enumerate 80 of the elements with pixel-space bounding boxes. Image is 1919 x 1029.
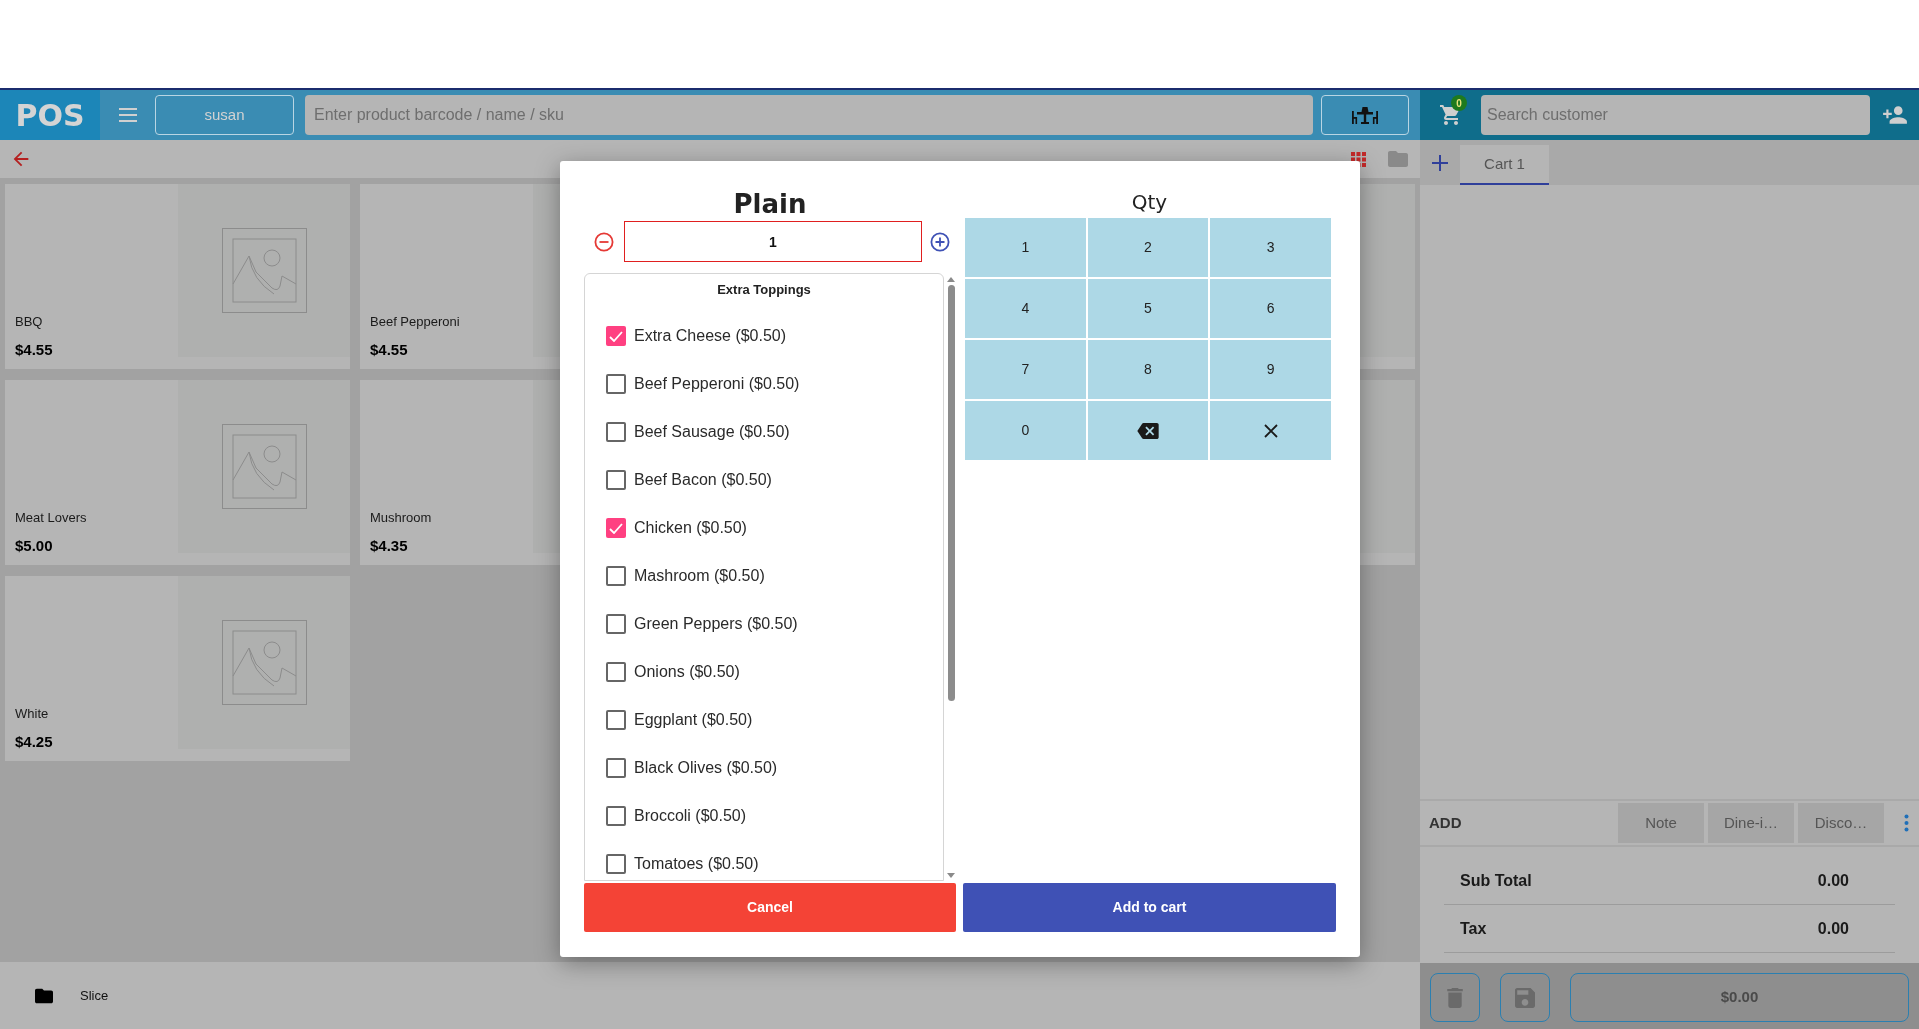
option-label[interactable]: Tomatoes ($0.50)	[634, 852, 759, 876]
option-label[interactable]: Broccoli ($0.50)	[634, 804, 747, 828]
product-name: Meat Lovers	[15, 510, 88, 526]
product-name: Mushroom	[370, 510, 433, 526]
product-price: $4.55	[15, 341, 54, 359]
image-placeholder-icon	[221, 228, 307, 313]
product-price: $4.55	[370, 341, 409, 359]
option-label[interactable]: Mashroom ($0.50)	[634, 564, 765, 588]
save-icon	[1515, 987, 1535, 1008]
dialog-title: Plain	[732, 189, 808, 219]
checkbox[interactable]	[606, 710, 626, 730]
list-heading: Extra Toppings	[716, 281, 812, 298]
checkbox[interactable]	[606, 470, 626, 490]
product-card[interactable]: BBQ $4.55	[5, 184, 350, 369]
checkmark-icon	[609, 522, 623, 534]
menu-icon[interactable]	[118, 108, 137, 122]
option-label[interactable]: Black Olives ($0.50)	[634, 756, 778, 780]
total-label: Sub Total	[1460, 870, 1533, 891]
keypad-key[interactable]: 2	[1087, 218, 1209, 277]
quantity-field[interactable]: 1	[624, 221, 922, 262]
checkbox[interactable]	[606, 326, 626, 346]
product-card[interactable]: Meat Lovers $5.00	[5, 380, 350, 565]
keypad-key[interactable]: 3	[1210, 218, 1331, 277]
count-badge: 0	[1451, 95, 1467, 111]
keypad-key[interactable]: 5	[1087, 279, 1209, 338]
keypad-key[interactable]: 6	[1210, 279, 1331, 338]
image-placeholder-icon	[221, 424, 307, 509]
folder-icon	[35, 987, 53, 1004]
checkbox[interactable]	[606, 518, 626, 538]
checkbox[interactable]	[606, 422, 626, 442]
cancel-button[interactable]: Cancel	[584, 883, 956, 932]
keypad-key[interactable]: 1	[965, 218, 1086, 277]
search-field[interactable]: Search customer	[1481, 95, 1870, 135]
keypad-key[interactable]: 8	[1087, 340, 1209, 399]
keypad-key[interactable]: 0	[965, 401, 1086, 460]
more-icon[interactable]	[1904, 814, 1909, 832]
product-name: Beef Pepperoni	[370, 314, 461, 330]
backspace-button[interactable]	[1087, 401, 1209, 460]
checkbox[interactable]	[606, 662, 626, 682]
total-label: Tax	[1460, 918, 1488, 939]
checkbox[interactable]	[606, 758, 626, 778]
total-value: 0.00	[1817, 870, 1849, 891]
option-label[interactable]: Onions ($0.50)	[634, 660, 740, 684]
checkbox[interactable]	[606, 614, 626, 634]
checkbox[interactable]	[606, 566, 626, 586]
cart-tab[interactable]: Cart 1	[1460, 145, 1549, 185]
checkbox[interactable]	[606, 806, 626, 826]
logo: POS	[0, 90, 100, 140]
checkmark-icon	[609, 330, 623, 342]
scrollbar-thumb[interactable]	[947, 285, 955, 701]
total-value: 0.00	[1817, 918, 1849, 939]
scroll-down-icon[interactable]	[947, 873, 955, 878]
image-placeholder-icon	[221, 620, 307, 705]
table-button[interactable]	[1321, 95, 1409, 135]
add-to-cart-button[interactable]: Add to cart	[963, 883, 1336, 932]
section-label: ADD	[1429, 812, 1463, 833]
product-name: White	[15, 706, 50, 722]
keypad-key[interactable]: 7	[965, 340, 1086, 399]
checkbox[interactable]	[606, 854, 626, 874]
checkbox[interactable]	[606, 374, 626, 394]
product-card[interactable]: White $4.25	[5, 576, 350, 761]
product-price: $5.00	[15, 537, 54, 555]
plus-icon[interactable]	[1430, 152, 1450, 173]
keypad-key[interactable]: 9	[1210, 340, 1331, 399]
table-icon	[1351, 106, 1379, 124]
plus-circle-icon[interactable]	[930, 231, 950, 252]
keypad-title: Qty	[1130, 190, 1169, 214]
search-field[interactable]: Enter product barcode / name / sku	[305, 95, 1313, 135]
trash-icon	[1446, 987, 1464, 1008]
product-price: $4.35	[370, 537, 409, 555]
option-label[interactable]: Green Peppers ($0.50)	[634, 612, 798, 636]
scroll-up-icon[interactable]	[947, 277, 955, 282]
close-icon	[1263, 423, 1278, 438]
option-label[interactable]: Eggplant ($0.50)	[634, 708, 753, 732]
product-price: $4.25	[15, 733, 54, 751]
minus-circle-icon[interactable]	[594, 231, 614, 252]
keypad-key[interactable]: 4	[965, 279, 1086, 338]
category-item[interactable]: Slice	[35, 985, 109, 1006]
product-name: BBQ	[15, 314, 44, 330]
backspace-icon	[1137, 422, 1159, 439]
